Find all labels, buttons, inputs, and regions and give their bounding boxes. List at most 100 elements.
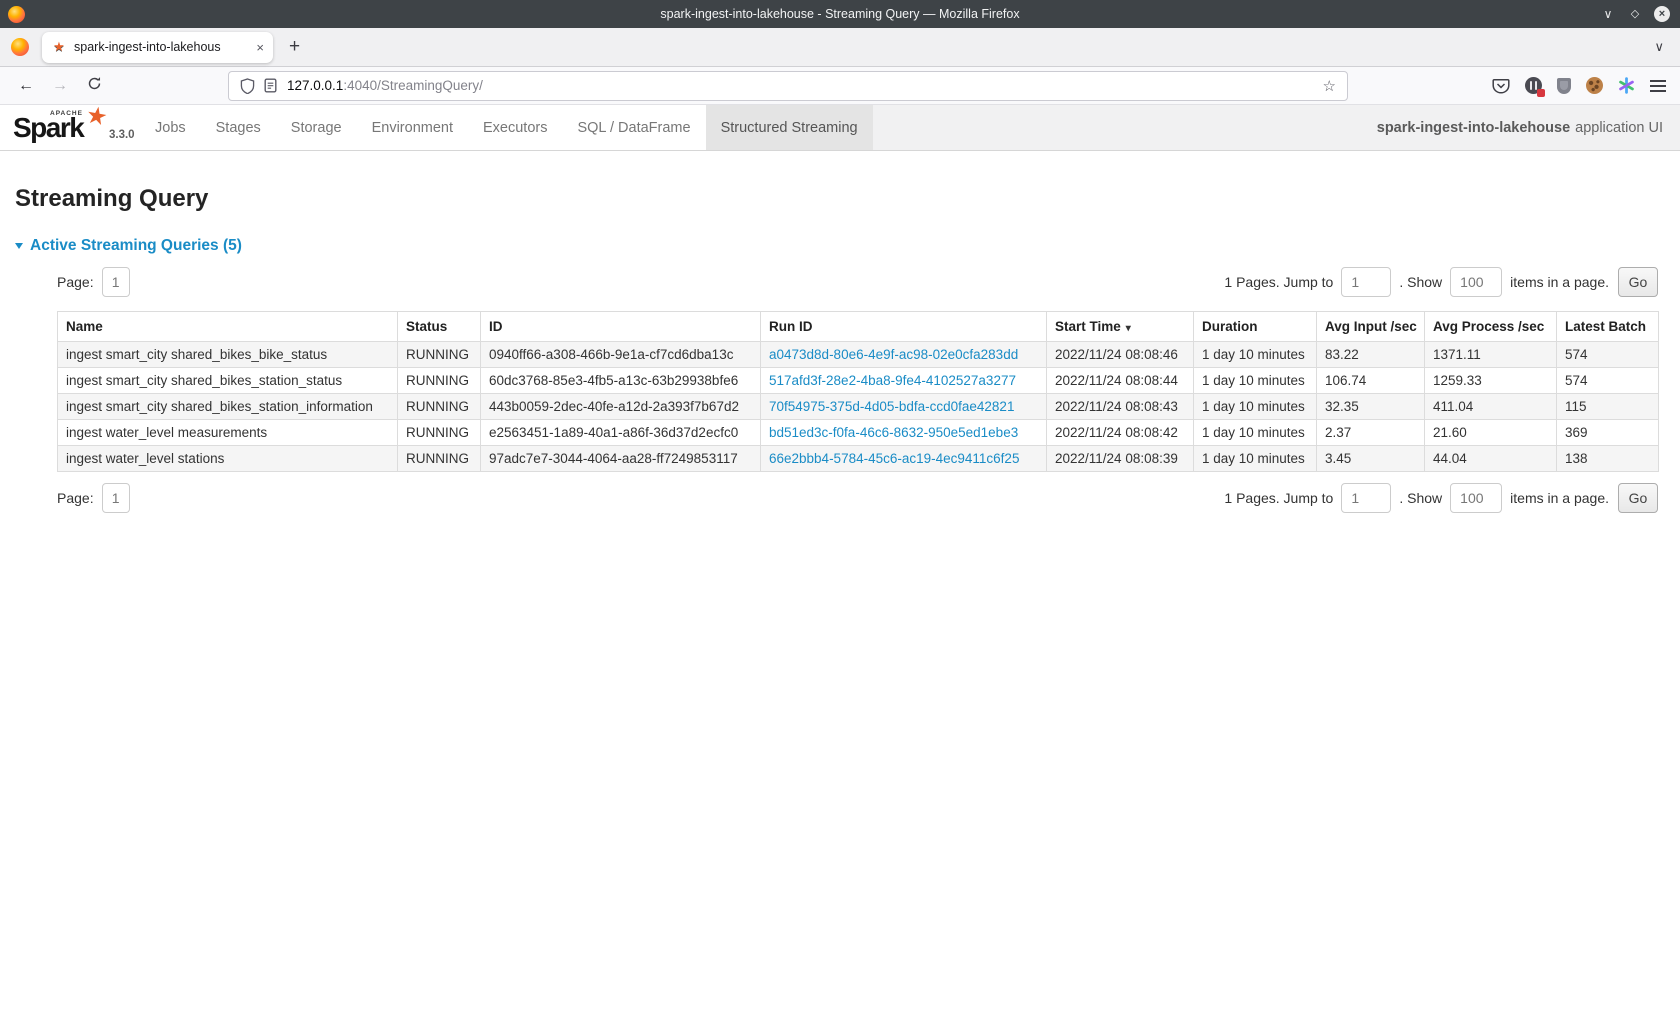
run-id-link[interactable]: a0473d8d-80e6-4e9f-ac98-02e0cfa283dd	[769, 347, 1018, 362]
firefox-logo-icon	[8, 6, 25, 23]
spark-navbar: APACHE Spark ★ 3.3.0 Jobs Stages Storage…	[0, 105, 1680, 151]
pagination-top: Page: 1 Pages. Jump to . Show items in a…	[57, 267, 1658, 297]
forward-button[interactable]: →	[48, 77, 72, 95]
tracking-protection-shield-icon[interactable]	[240, 78, 255, 94]
ublock-origin-icon[interactable]	[1557, 78, 1571, 94]
cell-id: e2563451-1a89-40a1-a86f-36d37d2ecfc0	[481, 420, 761, 446]
window-titlebar: spark-ingest-into-lakehouse - Streaming …	[0, 0, 1680, 28]
cell-latest-batch: 138	[1557, 446, 1659, 472]
cell-status: RUNNING	[398, 420, 481, 446]
page-title: Streaming Query	[15, 185, 1680, 213]
back-button[interactable]: ←	[14, 77, 38, 95]
cell-avg-process: 21.60	[1425, 420, 1557, 446]
nav-tab-stages[interactable]: Stages	[201, 105, 276, 150]
go-button[interactable]: Go	[1618, 267, 1658, 297]
page-content: Streaming Query Active Streaming Queries…	[0, 185, 1680, 513]
run-id-link[interactable]: 70f54975-375d-4d05-bdfa-ccd0fae42821	[769, 399, 1014, 414]
items-per-page-input[interactable]	[1450, 483, 1502, 513]
cell-avg-input: 2.37	[1317, 420, 1425, 446]
cell-duration: 1 day 10 minutes	[1194, 446, 1317, 472]
tab-close-icon[interactable]: ×	[256, 40, 264, 55]
cookie-extension-icon[interactable]	[1586, 77, 1603, 94]
application-ui-suffix: application UI	[1575, 120, 1663, 136]
spark-version: 3.3.0	[109, 129, 135, 141]
run-id-link[interactable]: bd51ed3c-f0fa-46c6-8632-950e5ed1ebe3	[769, 425, 1018, 440]
run-id-link[interactable]: 66e2bbb4-5784-45c6-ac19-4ec9411c6f25	[769, 451, 1019, 466]
run-id-link[interactable]: 517afd3f-28e2-4ba8-9fe4-4102527a3277	[769, 373, 1016, 388]
items-in-page-label: items in a page.	[1510, 490, 1609, 506]
nav-tab-storage[interactable]: Storage	[276, 105, 357, 150]
spark-logo[interactable]: APACHE Spark ★ 3.3.0	[0, 105, 140, 150]
new-tab-button[interactable]: +	[289, 36, 300, 58]
active-queries-section-header[interactable]: Active Streaming Queries (5)	[15, 237, 1680, 255]
window-maximize-button[interactable]: ◇	[1627, 6, 1643, 22]
go-button[interactable]: Go	[1618, 483, 1658, 513]
active-queries-label: Active Streaming Queries (5)	[30, 237, 242, 255]
cell-status: RUNNING	[398, 394, 481, 420]
column-header-avg-input[interactable]: Avg Input /sec	[1317, 312, 1425, 342]
page-number-input[interactable]	[102, 267, 130, 297]
active-queries-section: Page: 1 Pages. Jump to . Show items in a…	[57, 267, 1658, 513]
table-row: ingest water_level measurements RUNNING …	[58, 420, 1659, 446]
cell-avg-process: 411.04	[1425, 394, 1557, 420]
jump-to-page-input[interactable]	[1341, 483, 1391, 513]
tab-list-chevron-icon[interactable]: ∨	[1654, 39, 1664, 55]
jump-to-page-input[interactable]	[1341, 267, 1391, 297]
column-header-name[interactable]: Name	[58, 312, 398, 342]
table-row: ingest smart_city shared_bikes_station_s…	[58, 368, 1659, 394]
window-minimize-button[interactable]: ∨	[1600, 6, 1616, 22]
cell-avg-input: 106.74	[1317, 368, 1425, 394]
spark-star-icon: ★	[84, 100, 110, 132]
nav-tab-jobs[interactable]: Jobs	[140, 105, 201, 150]
cell-avg-process: 44.04	[1425, 446, 1557, 472]
column-header-status[interactable]: Status	[398, 312, 481, 342]
page-number-input[interactable]	[102, 483, 130, 513]
spark-wordmark: Spark	[13, 112, 83, 144]
table-row: ingest smart_city shared_bikes_station_i…	[58, 394, 1659, 420]
reload-button[interactable]	[82, 76, 106, 96]
cell-duration: 1 day 10 minutes	[1194, 342, 1317, 368]
cell-avg-process: 1371.11	[1425, 342, 1557, 368]
items-in-page-label: items in a page.	[1510, 274, 1609, 290]
pagination-bottom: Page: 1 Pages. Jump to . Show items in a…	[57, 483, 1658, 513]
column-header-id[interactable]: ID	[481, 312, 761, 342]
cell-status: RUNNING	[398, 446, 481, 472]
bookmark-star-icon[interactable]: ☆	[1323, 77, 1336, 95]
browser-tab-bar: ★ spark-ingest-into-lakehous × + ∨	[0, 28, 1680, 67]
items-per-page-input[interactable]	[1450, 267, 1502, 297]
menu-hamburger-icon[interactable]	[1650, 85, 1666, 87]
cell-duration: 1 day 10 minutes	[1194, 368, 1317, 394]
browser-toolbar: ← → 127.0.0.1:4040/StreamingQuery/ ☆	[0, 67, 1680, 105]
column-header-avg-process[interactable]: Avg Process /sec	[1425, 312, 1557, 342]
browser-tab-active[interactable]: ★ spark-ingest-into-lakehous ×	[42, 32, 273, 63]
collapse-caret-icon	[15, 243, 23, 249]
pocket-icon[interactable]	[1492, 78, 1510, 94]
reload-icon	[87, 76, 102, 91]
clearurls-extension-icon[interactable]	[1525, 77, 1542, 94]
cell-latest-batch: 574	[1557, 342, 1659, 368]
translate-asterisk-icon[interactable]	[1618, 77, 1635, 94]
page-info-icon[interactable]	[264, 78, 277, 93]
cell-start-time: 2022/11/24 08:08:42	[1047, 420, 1194, 446]
column-header-run-id[interactable]: Run ID	[761, 312, 1047, 342]
cell-run-id: bd51ed3c-f0fa-46c6-8632-950e5ed1ebe3	[761, 420, 1047, 446]
cell-start-time: 2022/11/24 08:08:43	[1047, 394, 1194, 420]
column-header-latest-batch[interactable]: Latest Batch	[1557, 312, 1659, 342]
nav-tab-sql-dataframe[interactable]: SQL / DataFrame	[562, 105, 705, 150]
cell-name: ingest water_level measurements	[58, 420, 398, 446]
column-header-start-time[interactable]: Start Time▾	[1047, 312, 1194, 342]
nav-tab-executors[interactable]: Executors	[468, 105, 562, 150]
cell-avg-input: 32.35	[1317, 394, 1425, 420]
application-name: spark-ingest-into-lakehouse	[1377, 120, 1570, 136]
nav-tab-structured-streaming[interactable]: Structured Streaming	[706, 105, 873, 150]
firefox-icon	[11, 38, 29, 56]
nav-tab-environment[interactable]: Environment	[357, 105, 468, 150]
cell-name: ingest smart_city shared_bikes_station_s…	[58, 368, 398, 394]
cell-duration: 1 day 10 minutes	[1194, 420, 1317, 446]
column-header-duration[interactable]: Duration	[1194, 312, 1317, 342]
window-close-button[interactable]: ×	[1654, 6, 1670, 22]
cell-start-time: 2022/11/24 08:08:39	[1047, 446, 1194, 472]
url-bar[interactable]: 127.0.0.1:4040/StreamingQuery/ ☆	[228, 71, 1348, 101]
cell-id: 97adc7e7-3044-4064-aa28-ff7249853117	[481, 446, 761, 472]
extension-badge	[1537, 89, 1545, 97]
